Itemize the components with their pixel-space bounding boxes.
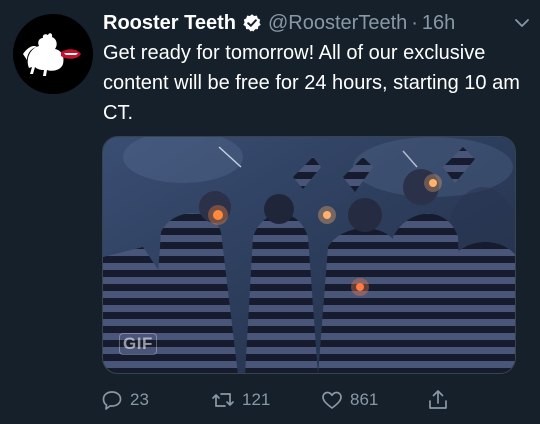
chevron-down-icon[interactable]: [511, 12, 533, 34]
heart-icon: [320, 388, 344, 412]
share-button[interactable]: [426, 384, 450, 416]
tweet-text: Get ready for tomorrow! All of our exclu…: [103, 42, 520, 124]
tweet-media-gif[interactable]: GIF: [102, 136, 516, 374]
reply-button[interactable]: 23: [100, 384, 149, 416]
verified-badge-icon: [242, 13, 262, 33]
like-button[interactable]: 861: [320, 384, 378, 416]
gif-badge: GIF: [119, 333, 157, 355]
share-icon: [426, 388, 450, 412]
gif-image: [103, 137, 515, 373]
tweet-actions: 23 121 861: [100, 384, 460, 416]
retweet-button[interactable]: 121: [210, 384, 270, 416]
handle[interactable]: @RoosterTeeth: [268, 12, 407, 35]
tweet[interactable]: Rooster Teeth @RoosterTeeth · 16h Get re…: [0, 0, 540, 424]
reply-icon: [100, 388, 124, 412]
tweet-header: Rooster Teeth @RoosterTeeth · 16h: [103, 8, 533, 38]
reply-count: 23: [130, 390, 149, 409]
avatar[interactable]: [13, 14, 93, 94]
separator-dot: ·: [411, 11, 418, 34]
timestamp[interactable]: 16h: [422, 12, 455, 35]
rooster-logo-icon: [13, 14, 93, 94]
display-name[interactable]: Rooster Teeth: [103, 12, 236, 35]
retweet-count: 121: [242, 390, 271, 409]
retweet-icon: [210, 388, 236, 412]
like-count: 861: [350, 390, 379, 409]
